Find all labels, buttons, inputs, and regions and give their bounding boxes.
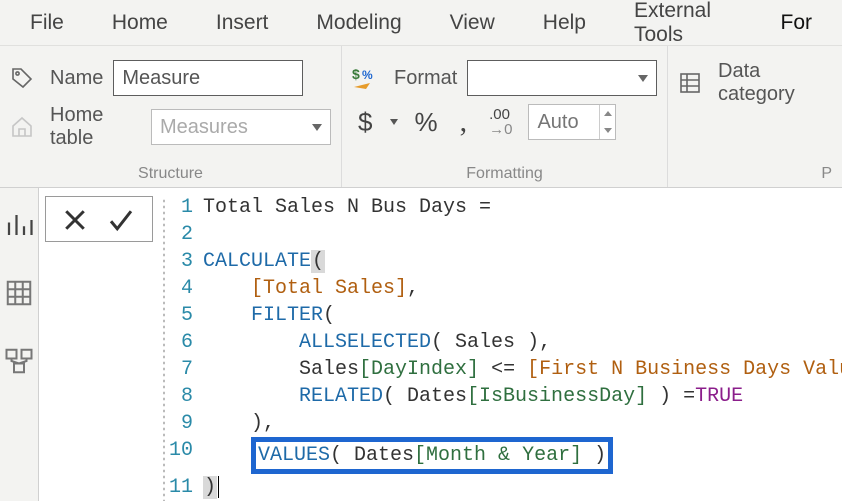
menu-help[interactable]: Help bbox=[519, 1, 610, 45]
menubar: File Home Insert Modeling View Help Exte… bbox=[0, 0, 842, 46]
line-number: 1 bbox=[169, 194, 203, 221]
text-cursor bbox=[218, 476, 219, 498]
home-table-combo[interactable]: Measures bbox=[151, 109, 331, 145]
home-table-value: Measures bbox=[160, 116, 248, 139]
code-line: 7 Sales[DayIndex] <= [First N Business D… bbox=[169, 356, 842, 383]
line-number: 2 bbox=[169, 221, 203, 248]
formula-commit-bar bbox=[45, 196, 153, 242]
data-category-icon bbox=[678, 71, 702, 95]
home-table-label: Home table bbox=[50, 104, 141, 150]
highlighted-expression: VALUES( Dates[Month & Year] ) bbox=[251, 437, 613, 474]
code-line-content[interactable]: [Total Sales], bbox=[203, 275, 419, 302]
format-label: Format bbox=[394, 67, 457, 90]
name-label: Name bbox=[50, 67, 103, 90]
code-line-content[interactable]: CALCULATE( bbox=[203, 248, 325, 275]
ribbon: Name Home table Measures Structure bbox=[0, 46, 842, 188]
menu-format[interactable]: For bbox=[757, 1, 837, 45]
menu-home[interactable]: Home bbox=[88, 1, 192, 45]
decimal-places-input[interactable] bbox=[529, 111, 599, 134]
spinner-down-button[interactable] bbox=[599, 122, 615, 139]
table-icon bbox=[4, 278, 34, 308]
line-number: 9 bbox=[169, 410, 203, 437]
code-line: 8 RELATED( Dates[IsBusinessDay] ) =TRUE bbox=[169, 383, 842, 410]
commit-button[interactable] bbox=[104, 205, 138, 235]
currency-button[interactable]: $ bbox=[352, 109, 378, 135]
code-line: 5 FILTER( bbox=[169, 302, 842, 329]
formula-bar: 1Total Sales N Bus Days = 23CALCULATE(4 … bbox=[39, 188, 842, 501]
workspace: 1Total Sales N Bus Days = 23CALCULATE(4 … bbox=[0, 188, 842, 501]
code-line: 6 ALLSELECTED( Sales ), bbox=[169, 329, 842, 356]
decimal-places-spinner[interactable] bbox=[528, 104, 616, 140]
code-line-content[interactable]: VALUES( Dates[Month & Year] ) bbox=[203, 437, 613, 474]
line-number: 7 bbox=[169, 356, 203, 383]
chevron-down-icon bbox=[390, 119, 398, 125]
home-table-icon bbox=[10, 115, 34, 139]
model-icon bbox=[4, 346, 34, 376]
ribbon-group-structure: Name Home table Measures Structure bbox=[0, 46, 342, 187]
chevron-down-icon bbox=[312, 124, 322, 131]
code-line-content[interactable]: RELATED( Dates[IsBusinessDay] ) =TRUE bbox=[203, 383, 743, 410]
chevron-down-icon bbox=[638, 75, 648, 82]
code-line-content[interactable]: ), bbox=[203, 410, 275, 437]
thousands-separator-button[interactable]: , bbox=[454, 107, 474, 137]
decimal-sub: →0 bbox=[489, 121, 512, 138]
code-line-content[interactable]: ALLSELECTED( Sales ), bbox=[203, 329, 551, 356]
code-line: 2 bbox=[169, 221, 842, 248]
code-line: 3CALCULATE( bbox=[169, 248, 842, 275]
spinner-up-button[interactable] bbox=[599, 105, 615, 122]
name-input[interactable] bbox=[113, 60, 303, 96]
dax-editor[interactable]: 1Total Sales N Bus Days = 23CALCULATE(4 … bbox=[169, 188, 842, 501]
menu-insert[interactable]: Insert bbox=[192, 1, 293, 45]
code-line-content[interactable]: FILTER( bbox=[203, 302, 335, 329]
formatting-group-label: Formatting bbox=[352, 161, 657, 185]
code-line-content[interactable]: Total Sales N Bus Days = bbox=[203, 194, 503, 221]
properties-group-label: P bbox=[678, 161, 832, 185]
format-combo[interactable] bbox=[467, 60, 657, 96]
ribbon-group-properties: Data category P bbox=[668, 46, 842, 187]
report-view-button[interactable] bbox=[0, 206, 38, 244]
percent-button[interactable]: % bbox=[408, 109, 443, 135]
view-switcher bbox=[0, 188, 39, 501]
menu-modeling[interactable]: Modeling bbox=[292, 1, 425, 45]
line-number: 3 bbox=[169, 248, 203, 275]
svg-text:$: $ bbox=[352, 66, 360, 82]
line-number: 8 bbox=[169, 383, 203, 410]
bar-chart-icon bbox=[4, 210, 34, 240]
menu-file[interactable]: File bbox=[6, 1, 88, 45]
close-icon bbox=[60, 205, 90, 235]
data-view-button[interactable] bbox=[0, 274, 38, 312]
code-line-content[interactable]: ) bbox=[203, 474, 219, 501]
code-line: 10 VALUES( Dates[Month & Year] ) bbox=[169, 437, 842, 474]
menu-view[interactable]: View bbox=[426, 1, 519, 45]
line-number: 4 bbox=[169, 275, 203, 302]
decrease-decimal-button[interactable]: .00 →0 bbox=[483, 107, 518, 137]
structure-group-label: Structure bbox=[10, 161, 331, 185]
code-line-content[interactable]: Sales[DayIndex] <= [First N Business Day… bbox=[203, 356, 842, 383]
line-number: 10 bbox=[169, 437, 203, 474]
code-line: 4 [Total Sales], bbox=[169, 275, 842, 302]
format-icon: $ % bbox=[352, 65, 378, 91]
code-line: 11) bbox=[169, 474, 842, 501]
cancel-button[interactable] bbox=[60, 205, 90, 235]
line-number: 11 bbox=[169, 474, 203, 501]
code-line: 9 ), bbox=[169, 410, 842, 437]
data-category-label: Data category bbox=[718, 60, 832, 106]
tag-icon bbox=[10, 66, 34, 90]
line-number: 6 bbox=[169, 329, 203, 356]
model-view-button[interactable] bbox=[0, 342, 38, 380]
check-icon bbox=[104, 205, 138, 235]
svg-text:%: % bbox=[362, 68, 373, 82]
code-line: 1Total Sales N Bus Days = bbox=[169, 194, 842, 221]
ribbon-group-formatting: $ % Format $ % , .00 →0 bbox=[342, 46, 668, 187]
formula-resize-handle[interactable] bbox=[159, 198, 169, 501]
line-number: 5 bbox=[169, 302, 203, 329]
